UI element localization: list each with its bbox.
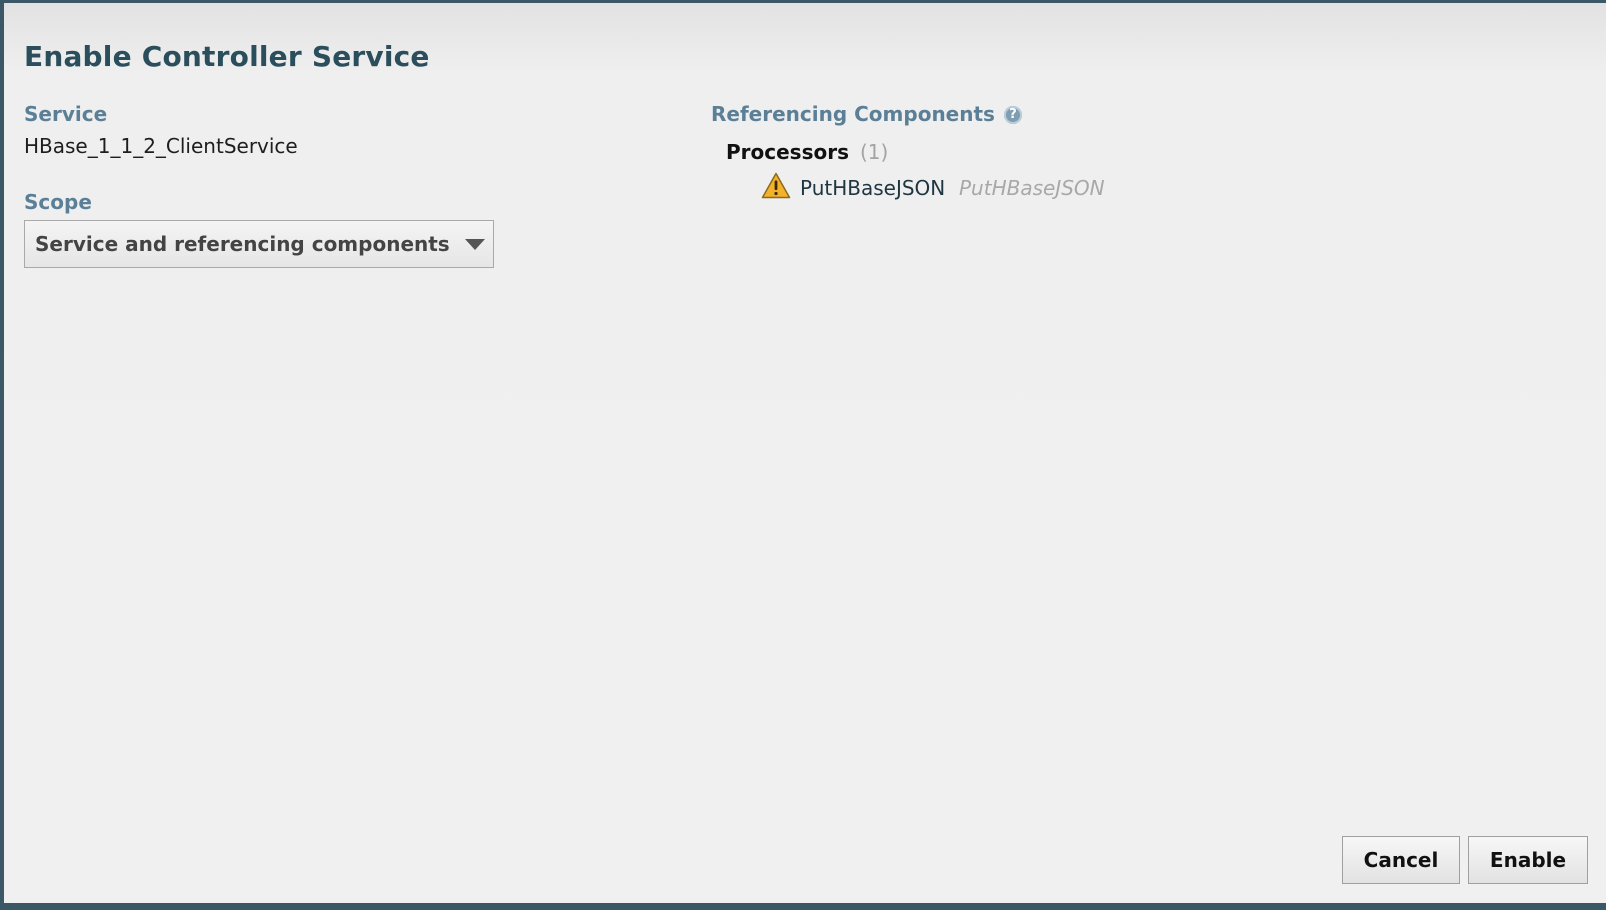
service-name: HBase_1_1_2_ClientService [24, 134, 298, 158]
processor-type: PutHBaseJSON [959, 176, 1105, 200]
scope-dropdown[interactable]: Service and referencing components [24, 220, 494, 268]
scope-selected-value: Service and referencing components [35, 232, 450, 256]
warning-icon [761, 172, 791, 199]
processor-name[interactable]: PutHBaseJSON [800, 178, 945, 198]
referencing-components-label: Referencing Components [711, 102, 995, 126]
chevron-down-icon [465, 239, 485, 250]
processors-label: Processors [726, 140, 849, 164]
scope-label: Scope [24, 190, 92, 214]
window-edge [1606, 0, 1616, 910]
dialog-title: Enable Controller Service [24, 40, 430, 73]
cancel-button[interactable]: Cancel [1342, 836, 1460, 884]
help-icon[interactable]: ? [1004, 106, 1022, 124]
enable-controller-service-dialog: Enable Controller Service Service HBase_… [4, 3, 1606, 903]
service-label: Service [24, 102, 108, 126]
processors-count: (1) [860, 140, 889, 164]
enable-button[interactable]: Enable [1468, 836, 1588, 884]
